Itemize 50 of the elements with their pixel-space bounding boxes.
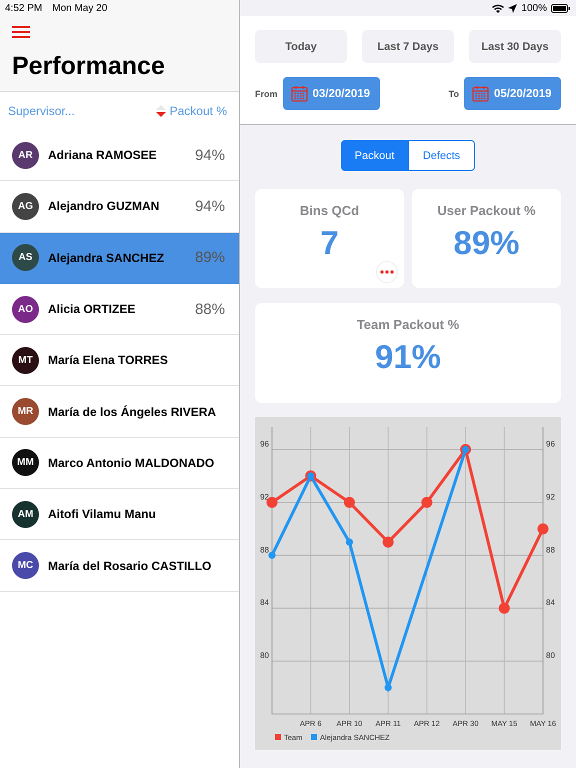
y-tick-label: 80 [546,651,555,660]
y-tick-label: 88 [546,545,555,554]
battery-percent: 100% [521,2,547,14]
y-tick-label: 92 [260,492,269,502]
y-tick-label: 80 [260,651,269,660]
avatar: MM [12,449,39,476]
employee-name: Marco Antonio MALDONADO [48,456,216,470]
avatar: MT [12,346,39,374]
from-label: From [255,88,278,98]
employee-name: Alejandra SANCHEZ [48,250,166,265]
segment-tab[interactable]: Defects [408,140,475,171]
employee-name: María de los Ángeles RIVERA [48,404,218,419]
page-title: Performance [11,52,166,81]
employee-name: Alejandro GUZMAN [48,199,160,214]
stat-title: Team Packout % [356,317,460,332]
packout-value: 94% [194,198,225,215]
y-tick-label: 88 [260,545,269,554]
y-tick-label: 96 [260,439,269,448]
avatar: MR [12,398,39,426]
avatar: AO [12,296,39,323]
avatar: AR [12,142,39,169]
avatar: AG [12,192,39,220]
range-button[interactable]: Last 30 Days [469,30,561,63]
stat-value: 89% [453,224,520,262]
packout-value: 94% [194,146,225,164]
range-button[interactable]: Today [255,30,347,63]
stat-value: 7 [320,224,339,262]
to-label: To [448,88,459,98]
y-tick-label: 92 [546,492,555,502]
segment-tab[interactable]: Packout [341,140,408,171]
stat-value: 91% [374,338,442,376]
packout-value: 89% [194,249,225,266]
stat-title: Bins QCd [300,203,360,218]
employee-name: María del Rosario CASTILLO [48,558,212,573]
stat-title: User Packout % [437,203,536,218]
employee-name: María Elena TORRES [48,353,169,368]
status-time: 4:52 PM [5,2,42,14]
y-tick-label: 84 [260,598,269,608]
status-date: Mon May 20 [52,2,108,14]
range-button[interactable]: Last 7 Days [362,30,454,63]
y-tick-label: 96 [546,439,555,448]
avatar: AM [12,500,39,528]
avatar: MC [12,552,39,580]
employee-name: Adriana RAMOSEE [48,148,158,162]
supervisor-row[interactable]: AS Alejandra SANCHEZ 89% [0,232,239,284]
avatar: AS [12,244,39,272]
y-tick-label: 84 [546,598,555,608]
employee-name: Aitofi Vilamu Manu [48,507,157,522]
employee-name: Alicia ORTIZEE [48,302,136,316]
packout-value: 88% [194,300,225,318]
